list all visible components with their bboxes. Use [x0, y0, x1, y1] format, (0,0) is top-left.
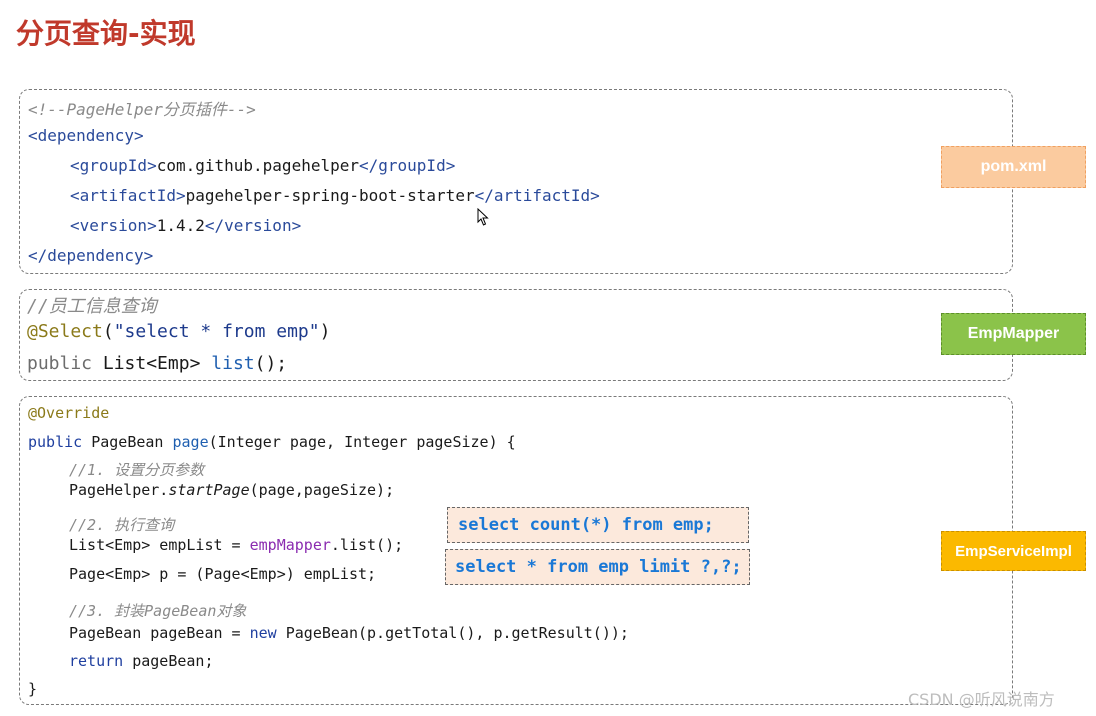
- public-keyword: public: [27, 353, 93, 374]
- page-cast-line: Page<Emp> p = (Page<Emp>) empList;: [69, 565, 377, 583]
- dependency-open-tag: <dependency>: [28, 126, 144, 145]
- start-page-line: PageHelper.startPage(page,pageSize);: [69, 481, 394, 499]
- dependency-close-tag: </dependency>: [28, 246, 154, 265]
- comment-step-2: //2. 执行查询: [69, 516, 175, 534]
- comment-step-1: //1. 设置分页参数: [69, 461, 205, 479]
- group-open-tag: <groupId>: [70, 156, 157, 175]
- page-bean-decl: PageBean pageBean =: [69, 624, 250, 642]
- select-annotation: @Select: [27, 321, 103, 342]
- sig-method: page: [172, 433, 209, 451]
- return-value: pageBean;: [123, 652, 214, 670]
- emp-mapper-field: empMapper: [249, 536, 331, 554]
- pom-dependency-close: </dependency>: [28, 246, 153, 265]
- emp-mapper-label: EmpMapper: [941, 313, 1086, 355]
- override-annotation: @Override: [28, 404, 110, 422]
- pom-comment: <!--PageHelper分页插件-->: [28, 100, 256, 119]
- emp-list-decl: List<Emp> empList =: [69, 536, 250, 554]
- mapper-method-line: public List<Emp> list();: [27, 353, 287, 374]
- pom-artifact-line: <artifactId>pagehelper-spring-boot-start…: [70, 186, 600, 205]
- group-value: com.github.pagehelper: [156, 156, 359, 175]
- return-type: List<Emp>: [102, 353, 201, 374]
- select-paren-open: (: [102, 321, 114, 342]
- service-signature: public PageBean page(Integer page, Integ…: [28, 433, 516, 451]
- mapper-select-line: @Select("select * from emp"): [27, 321, 330, 342]
- artifact-close-tag: </artifactId>: [474, 186, 600, 205]
- method-name: list: [211, 353, 255, 374]
- start-page-args: (page,pageSize);: [249, 481, 395, 499]
- emp-list-line: List<Emp> empList = empMapper.list();: [69, 536, 403, 554]
- emp-service-impl-label: EmpServiceImpl: [941, 531, 1086, 571]
- sig-type: PageBean: [91, 433, 164, 451]
- select-query-string: "select * from emp": [113, 321, 320, 342]
- pom-dependency-open: <dependency>: [28, 126, 144, 145]
- mapper-comment: //员工信息查询: [27, 296, 157, 317]
- pagehelper-class: PageHelper.: [69, 481, 169, 499]
- mouse-cursor-icon: [477, 208, 489, 226]
- artifact-value: pagehelper-spring-boot-starter: [185, 186, 475, 205]
- version-close-tag: </version>: [204, 216, 302, 235]
- list-call: .list();: [330, 536, 404, 554]
- page-bean-line: PageBean pageBean = new PageBean(p.getTo…: [69, 624, 629, 642]
- mapper-code-box: //员工信息查询 @Select("select * from emp") pu…: [19, 289, 1013, 381]
- pom-version-line: <version>1.4.2</version>: [70, 216, 301, 235]
- start-page-method: startPage: [168, 481, 250, 499]
- new-keyword: new: [249, 624, 277, 642]
- closing-brace: }: [28, 680, 38, 698]
- page-title: 分页查询-实现: [16, 17, 196, 50]
- sig-params: (Integer page, Integer pageSize) {: [208, 433, 516, 451]
- return-line: return pageBean;: [69, 652, 214, 670]
- version-open-tag: <version>: [70, 216, 157, 235]
- csdn-watermark: CSDN @听风说南方: [908, 690, 1055, 709]
- sig-public-keyword: public: [28, 433, 83, 451]
- select-paren-close: ): [319, 321, 331, 342]
- method-tail: ();: [254, 353, 288, 374]
- artifact-open-tag: <artifactId>: [70, 186, 186, 205]
- sql-count-box: select count(*) from emp;: [447, 507, 749, 543]
- page-bean-ctor: PageBean(p.getTotal(), p.getResult());: [276, 624, 629, 642]
- version-value: 1.4.2: [156, 216, 205, 235]
- pom-code-box: <!--PageHelper分页插件--> <dependency> <grou…: [19, 89, 1013, 274]
- group-close-tag: </groupId>: [359, 156, 456, 175]
- pom-xml-label: pom.xml: [941, 146, 1086, 188]
- pom-group-line: <groupId>com.github.pagehelper</groupId>: [70, 156, 455, 175]
- comment-step-3: //3. 封装PageBean对象: [69, 602, 247, 620]
- sql-limit-box: select * from emp limit ?,?;: [445, 549, 750, 585]
- return-keyword: return: [69, 652, 124, 670]
